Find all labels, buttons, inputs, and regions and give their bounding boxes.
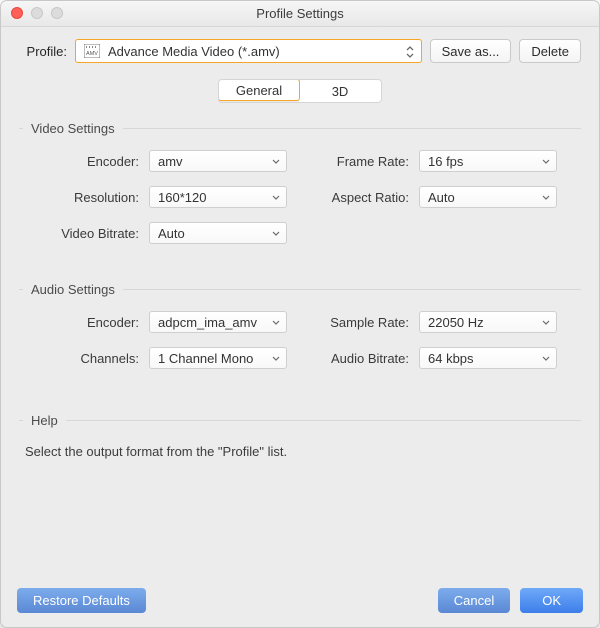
amv-format-icon: AMV xyxy=(84,44,100,58)
aspect-ratio-label: Aspect Ratio: xyxy=(307,190,419,205)
chevron-down-icon xyxy=(272,158,280,166)
aspect-ratio-value: Auto xyxy=(428,190,455,205)
tab-general[interactable]: General xyxy=(218,79,300,101)
tab-bar: General 3D xyxy=(19,79,581,103)
audio-bitrate-select[interactable]: 64 kbps xyxy=(419,347,557,369)
channels-value: 1 Channel Mono xyxy=(158,351,253,366)
video-encoder-label: Encoder: xyxy=(21,154,149,169)
chevron-down-icon xyxy=(542,158,550,166)
chevron-updown-icon xyxy=(405,44,415,60)
content-area: Profile: AMV Advance Media Video (*.amv)… xyxy=(1,27,599,573)
profile-select[interactable]: AMV Advance Media Video (*.amv) xyxy=(75,39,422,63)
frame-rate-label: Frame Rate: xyxy=(307,154,419,169)
audio-bitrate-label: Audio Bitrate: xyxy=(307,351,419,366)
video-encoder-select[interactable]: amv xyxy=(149,150,287,172)
delete-button[interactable]: Delete xyxy=(519,39,581,63)
traffic-lights xyxy=(11,7,63,19)
minimize-window-button[interactable] xyxy=(31,7,43,19)
audio-settings-group: Audio Settings Encoder: adpcm_ima_amv Sa… xyxy=(19,282,581,375)
video-settings-legend: Video Settings xyxy=(23,121,123,136)
audio-encoder-value: adpcm_ima_amv xyxy=(158,315,257,330)
tab-3d[interactable]: 3D xyxy=(299,80,381,102)
restore-defaults-button[interactable]: Restore Defaults xyxy=(17,588,146,613)
help-text: Select the output format from the "Profi… xyxy=(19,428,581,475)
sample-rate-label: Sample Rate: xyxy=(307,315,419,330)
sample-rate-value: 22050 Hz xyxy=(428,315,484,330)
help-legend: Help xyxy=(23,413,66,428)
frame-rate-value: 16 fps xyxy=(428,154,463,169)
window-title: Profile Settings xyxy=(256,6,343,21)
chevron-down-icon xyxy=(272,319,280,327)
resolution-label: Resolution: xyxy=(21,190,149,205)
profile-label: Profile: xyxy=(19,44,67,59)
titlebar: Profile Settings xyxy=(1,1,599,27)
frame-rate-select[interactable]: 16 fps xyxy=(419,150,557,172)
video-settings-group: Video Settings Encoder: amv Frame Rate: … xyxy=(19,121,581,250)
aspect-ratio-select[interactable]: Auto xyxy=(419,186,557,208)
video-bitrate-label: Video Bitrate: xyxy=(21,226,149,241)
sample-rate-select[interactable]: 22050 Hz xyxy=(419,311,557,333)
close-window-button[interactable] xyxy=(11,7,23,19)
footer: Restore Defaults Cancel OK xyxy=(1,573,599,627)
chevron-down-icon xyxy=(272,355,280,363)
profile-selected-value: Advance Media Video (*.amv) xyxy=(108,44,280,59)
chevron-down-icon xyxy=(542,355,550,363)
audio-encoder-label: Encoder: xyxy=(21,315,149,330)
profile-settings-window: Profile Settings Profile: AMV Advance Me… xyxy=(0,0,600,628)
chevron-down-icon xyxy=(542,319,550,327)
ok-button[interactable]: OK xyxy=(520,588,583,613)
help-group: Help Select the output format from the "… xyxy=(19,413,581,475)
profile-row: Profile: AMV Advance Media Video (*.amv)… xyxy=(19,39,581,63)
chevron-down-icon xyxy=(542,194,550,202)
video-bitrate-value: Auto xyxy=(158,226,185,241)
resolution-value: 160*120 xyxy=(158,190,206,205)
chevron-down-icon xyxy=(272,230,280,238)
video-bitrate-select[interactable]: Auto xyxy=(149,222,287,244)
audio-settings-legend: Audio Settings xyxy=(23,282,123,297)
audio-encoder-select[interactable]: adpcm_ima_amv xyxy=(149,311,287,333)
audio-bitrate-value: 64 kbps xyxy=(428,351,474,366)
zoom-window-button[interactable] xyxy=(51,7,63,19)
video-encoder-value: amv xyxy=(158,154,183,169)
cancel-button[interactable]: Cancel xyxy=(438,588,510,613)
svg-text:AMV: AMV xyxy=(86,51,98,57)
chevron-down-icon xyxy=(272,194,280,202)
channels-label: Channels: xyxy=(21,351,149,366)
resolution-select[interactable]: 160*120 xyxy=(149,186,287,208)
save-as-button[interactable]: Save as... xyxy=(430,39,512,63)
channels-select[interactable]: 1 Channel Mono xyxy=(149,347,287,369)
